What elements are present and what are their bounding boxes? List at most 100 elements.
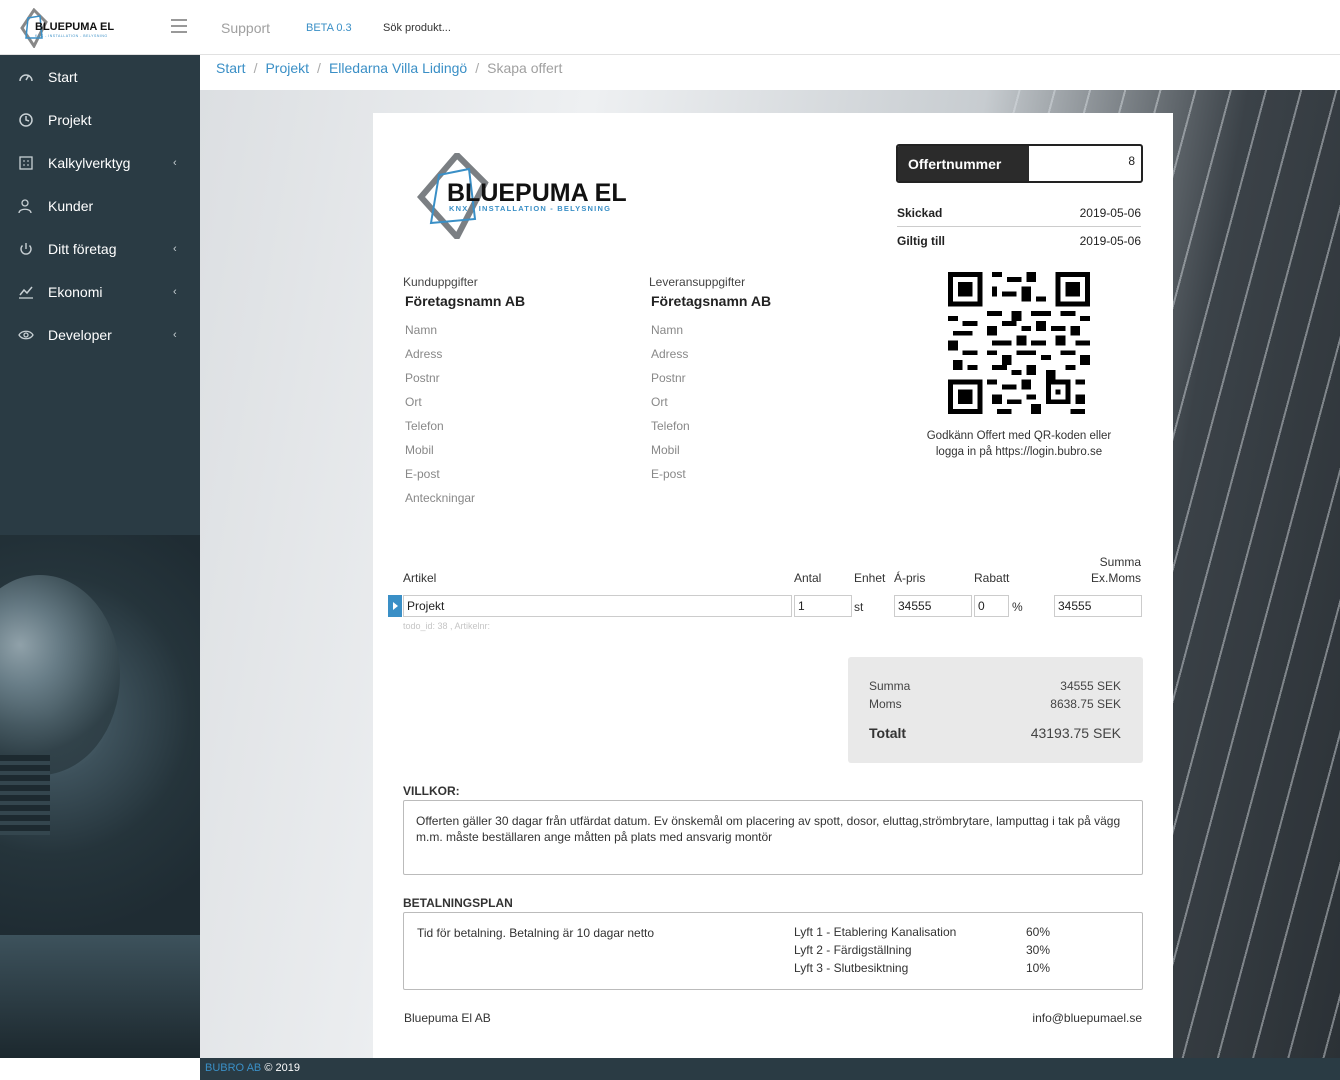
- payment-box[interactable]: Tid för betalning. Betalning är 10 dagar…: [403, 912, 1143, 990]
- delivery-company[interactable]: Företagsnamn AB: [651, 293, 771, 315]
- footer-copyright: © 2019: [264, 1062, 300, 1074]
- customer-company[interactable]: Företagsnamn AB: [405, 293, 525, 315]
- customer-field-email[interactable]: E-post: [405, 459, 525, 483]
- sent-label: Skickad: [897, 206, 943, 220]
- customer-field-address[interactable]: Adress: [405, 339, 525, 363]
- delivery-field-phone[interactable]: Telefon: [651, 411, 771, 435]
- delivery-field-name[interactable]: Namn: [651, 315, 771, 339]
- customer-heading: Kunduppgifter: [403, 275, 478, 289]
- totals-vat-value: 8638.75 SEK: [1050, 697, 1121, 711]
- row-expand-icon[interactable]: [388, 595, 402, 617]
- sidebar-item-kalkylverktyg[interactable]: Kalkylverktyg ‹: [0, 141, 200, 184]
- terms-text: Offerten gäller 30 dagar från utfärdat d…: [416, 814, 1121, 844]
- dashboard-icon: [19, 73, 33, 81]
- breadcrumb: Start / Projekt / Elledarna Villa Lidingö / Sk…: [216, 60, 563, 76]
- customer-field-phone[interactable]: Telefon: [405, 411, 525, 435]
- breadcrumb-start[interactable]: Start: [216, 60, 246, 76]
- customer-field-city[interactable]: Ort: [405, 387, 525, 411]
- delivery-field-postnr[interactable]: Postnr: [651, 363, 771, 387]
- sidebar-item-label: Ekonomi: [48, 283, 103, 300]
- valid-label: Giltig till: [897, 233, 945, 248]
- qr-code-icon: [948, 272, 1090, 414]
- sidebar-item-label: Kalkylverktyg: [48, 154, 131, 171]
- totals-total-row: Totalt 43193.75 SEK: [869, 725, 1121, 741]
- sidebar: Start Projekt Kalkylverktyg ‹ Kunder Dit…: [0, 55, 200, 1058]
- power-icon: [20, 242, 32, 255]
- support-link[interactable]: Support: [221, 20, 270, 36]
- product-search-input[interactable]: [383, 22, 513, 34]
- payment-title: BETALNINGSPLAN: [403, 896, 513, 910]
- footer-company-link[interactable]: BUBRO AB: [205, 1062, 261, 1074]
- totals-total-value: 43193.75 SEK: [1030, 725, 1121, 741]
- sidebar-item-label: Kunder: [48, 197, 94, 214]
- sidebar-item-label: Developer: [48, 326, 112, 343]
- sidebar-item-ditt-foretag[interactable]: Ditt företag ‹: [0, 227, 200, 270]
- logo-tagline: KNX - INSTALLATION - BELYSNING: [35, 34, 108, 38]
- breadcrumb-project-name[interactable]: Elledarna Villa Lidingö: [329, 60, 467, 76]
- article-sum-input[interactable]: [1054, 595, 1142, 617]
- sidebar-item-kunder[interactable]: Kunder: [0, 184, 200, 227]
- offer-number-value[interactable]: 8: [1029, 146, 1141, 181]
- logo-text: BLUEPUMA EL: [447, 179, 627, 207]
- breadcrumb-current: Skapa offert: [487, 60, 563, 76]
- totals-sum-value: 34555 SEK: [1060, 679, 1121, 693]
- water-image: [0, 935, 200, 1058]
- qr-instructions: Godkänn Offert med QR-koden eller logga …: [926, 430, 1112, 458]
- sidebar-item-start[interactable]: Start: [0, 55, 200, 98]
- article-name-input[interactable]: [403, 595, 792, 617]
- article-qty-input[interactable]: [794, 595, 852, 617]
- sidebar-item-label: Projekt: [48, 111, 92, 128]
- delivery-field-email[interactable]: E-post: [651, 459, 771, 483]
- lightbulb-base-image: [0, 755, 50, 835]
- header-unit: Enhet: [854, 571, 886, 585]
- sidebar-item-ekonomi[interactable]: Ekonomi ‹: [0, 270, 200, 313]
- article-discount-input[interactable]: [974, 595, 1009, 617]
- breadcrumb-projekt[interactable]: Projekt: [265, 60, 309, 76]
- header-discount: Rabatt: [974, 571, 1010, 585]
- chevron-left-icon: ‹: [173, 242, 177, 255]
- header-price: Á-pris: [894, 571, 926, 585]
- delivery-field-address[interactable]: Adress: [651, 339, 771, 363]
- article-unit: st: [854, 600, 864, 614]
- calculator-icon: [19, 155, 33, 170]
- logo-tagline: KNX - INSTALLATION - BELYSNING: [449, 204, 611, 213]
- payment-item: Lyft 2 - Färdigställning 30%: [794, 943, 1051, 957]
- payment-item: Lyft 3 - Slutbesiktning 10%: [794, 961, 1051, 975]
- sidebar-item-label: Start: [48, 68, 78, 85]
- totals-vat-row: Moms 8638.75 SEK: [869, 697, 1121, 711]
- terms-textarea[interactable]: Offerten gäller 30 dagar från utfärdat d…: [403, 800, 1143, 875]
- payment-terms-text: Tid för betalning. Betalning är 10 dagar…: [417, 926, 655, 940]
- header-qty: Antal: [794, 571, 822, 585]
- beta-badge: BETA 0.3: [306, 22, 352, 34]
- doc-footer-email: info@bluepumael.se: [1032, 1011, 1142, 1025]
- doc-footer-company: Bluepuma El AB: [404, 1011, 491, 1025]
- totals-vat-label: Moms: [869, 697, 902, 711]
- customer-details: Kunduppgifter Företagsnamn AB Namn Adres…: [403, 275, 525, 507]
- customer-field-mobile[interactable]: Mobil: [405, 435, 525, 459]
- customer-field-notes[interactable]: Anteckningar: [405, 483, 525, 507]
- delivery-field-city[interactable]: Ort: [651, 387, 771, 411]
- sidebar-item-projekt[interactable]: Projekt: [0, 98, 200, 141]
- payment-list: Lyft 1 - Etablering Kanalisation 60% Lyf…: [794, 925, 1050, 979]
- chevron-left-icon: ‹: [173, 285, 177, 298]
- users-icon: [18, 198, 32, 213]
- customer-field-postnr[interactable]: Postnr: [405, 363, 525, 387]
- app-logo[interactable]: BLUEPUMA EL KNX - INSTALLATION - BELYSNI…: [20, 8, 132, 48]
- payment-item: Lyft 1 - Etablering Kanalisation 60%: [794, 925, 1051, 939]
- sidebar-item-label: Ditt företag: [48, 240, 117, 257]
- totals-sum-label: Summa: [869, 679, 911, 693]
- chevron-left-icon: ‹: [173, 328, 177, 341]
- article-meta: todo_id: 38 , Artikelnr:: [403, 621, 491, 631]
- article-price-input[interactable]: [894, 595, 972, 617]
- delivery-field-mobile[interactable]: Mobil: [651, 435, 771, 459]
- clock-icon: [19, 112, 33, 127]
- sidebar-item-developer[interactable]: Developer ‹: [0, 313, 200, 356]
- page-footer: BUBRO AB © 2019: [200, 1058, 1340, 1080]
- valid-date: 2019-05-06: [1079, 233, 1141, 248]
- sent-date-row: Skickad 2019-05-06: [897, 200, 1141, 227]
- header-article: Artikel: [403, 571, 437, 585]
- top-bar: BLUEPUMA EL KNX - INSTALLATION - BELYSNI…: [0, 0, 1340, 55]
- company-logo: BLUEPUMA EL KNX - INSTALLATION - BELYSNI…: [417, 153, 627, 239]
- customer-field-name[interactable]: Namn: [405, 315, 525, 339]
- menu-toggle-icon[interactable]: [171, 19, 187, 35]
